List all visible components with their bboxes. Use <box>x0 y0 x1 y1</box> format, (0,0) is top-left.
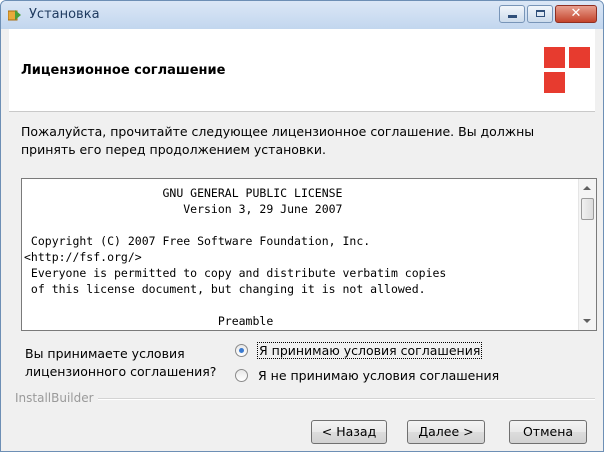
maximize-button[interactable] <box>527 5 553 23</box>
back-button[interactable]: < Назад <box>311 420 387 444</box>
logo-square <box>569 47 590 68</box>
page-header: Лицензионное соглашение <box>9 29 595 112</box>
dialog-content: Лицензионное соглашение Пожалуйста, проч… <box>9 29 597 447</box>
accept-option[interactable]: Я принимаю условия соглашения <box>235 342 483 359</box>
minimize-button[interactable] <box>499 5 525 23</box>
page-title: Лицензионное соглашение <box>21 63 226 78</box>
scroll-down-arrow-icon[interactable] <box>583 319 591 323</box>
license-text: GNU GENERAL PUBLIC LICENSE Version 3, 29… <box>24 186 447 328</box>
installbuilder-logo <box>544 47 590 93</box>
brand-separator: InstallBuilder <box>9 391 595 405</box>
intro-text: Пожалуйста, прочитайте следующее лицензи… <box>21 124 535 157</box>
scroll-thumb[interactable] <box>581 198 594 220</box>
decline-radio[interactable] <box>235 369 248 382</box>
installer-app-icon <box>8 10 21 21</box>
logo-square <box>544 47 565 68</box>
close-icon: ✕ <box>570 6 582 21</box>
cancel-button[interactable]: Отмена <box>509 420 587 444</box>
license-text-area[interactable]: GNU GENERAL PUBLIC LICENSE Version 3, 29… <box>21 178 597 331</box>
maximize-icon <box>536 10 545 17</box>
vertical-scrollbar[interactable] <box>578 179 596 330</box>
agreement-question: Вы принимаете условия лицензионного согл… <box>25 346 217 379</box>
accept-label[interactable]: Я принимаю условия соглашения <box>256 342 483 359</box>
separator-line <box>95 398 595 400</box>
accept-radio[interactable] <box>235 344 248 357</box>
decline-option[interactable]: Я не принимаю условия соглашения <box>235 368 499 383</box>
minimize-icon <box>508 15 517 18</box>
decline-label[interactable]: Я не принимаю условия соглашения <box>258 368 499 383</box>
brand-label: InstallBuilder <box>15 391 98 405</box>
next-button[interactable]: Далее > <box>407 420 485 444</box>
scroll-up-arrow-icon[interactable] <box>583 186 591 190</box>
caption-buttons: ✕ <box>497 5 597 23</box>
installer-window: Установка ✕ Лицензионное соглашение Пожа… <box>0 0 604 452</box>
window-title: Установка <box>29 7 100 22</box>
logo-square <box>544 72 565 93</box>
title-bar[interactable]: Установка ✕ <box>1 1 603 29</box>
close-button[interactable]: ✕ <box>555 5 597 23</box>
